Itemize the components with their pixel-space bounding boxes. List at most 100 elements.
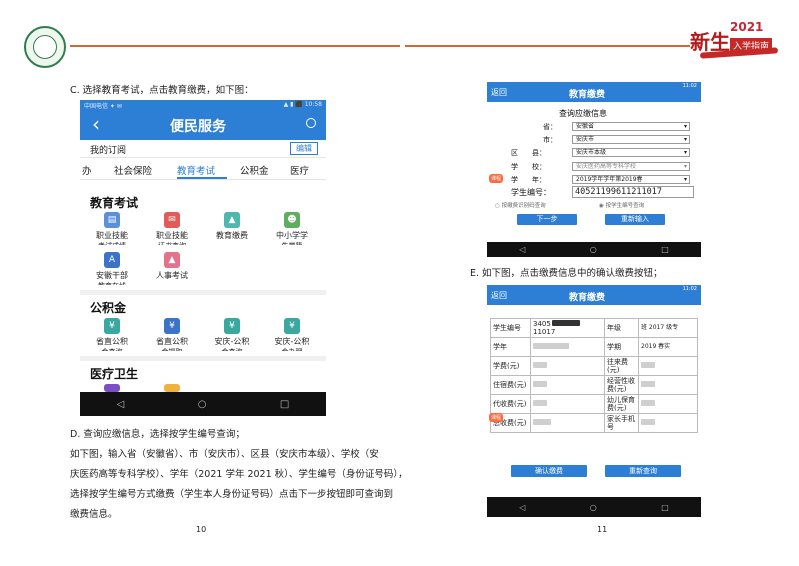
requery-button[interactable]: 重新查询 (605, 465, 681, 477)
nav-recent-icon[interactable]: □ (280, 399, 289, 410)
cell-label: 幼儿保育费(元) (604, 394, 639, 414)
service-label-2: 金查询 (82, 347, 142, 351)
cell-value (530, 413, 605, 433)
field-label-year: 学 年： (511, 176, 546, 184)
service-student-status[interactable]: ☻ 中小学学 生学籍 (262, 212, 322, 245)
confirm-payment-button[interactable]: 确认缴费 (511, 465, 587, 477)
reset-input-button[interactable]: 重新输入 (605, 214, 665, 225)
table-row: 代收费(元) 幼儿保育费(元) (490, 394, 698, 414)
service-label: 教育缴费 (216, 231, 248, 240)
phone2-title: 教育缴费 (569, 90, 606, 100)
service-cadre-education[interactable]: A 安徽干部 教育在线 (82, 252, 142, 285)
blurred-value (641, 362, 655, 368)
para-line-2: 庆医药高等专科学校）、学年（2021 学年 2021 秋）、学生编号（身份证号码… (70, 469, 408, 480)
nav-back-icon[interactable]: ◁ (519, 503, 525, 512)
step-e-text: E. 如下图，点击缴费信息中的确认缴费按钮； (470, 268, 663, 279)
radio-by-code[interactable]: ○ 按缴费识别码查询 (495, 201, 546, 209)
blurred-value (533, 400, 547, 406)
service-label-2: 考试成绩 (82, 241, 142, 245)
radio-by-student-id[interactable]: ◉ 按学生编号查询 (599, 201, 644, 209)
cell-value (638, 394, 698, 414)
course-float-badge[interactable]: 课程 (489, 174, 504, 183)
brand-badge: 新生 2021 入学指南 (690, 20, 782, 60)
phone3-title: 教育缴费 (569, 293, 606, 303)
phone1-navbar: ◁ ○ □ (80, 392, 326, 416)
service-anqing-fund-query[interactable]: ¥ 安庆-公积 金查询 (202, 318, 262, 351)
nav-home-icon[interactable]: ○ (198, 399, 207, 410)
student-id-input[interactable]: 40521199611211017 (572, 186, 694, 198)
edit-button[interactable]: 编辑 (290, 142, 318, 155)
tab-education-exam[interactable]: 教育考试 (177, 163, 215, 177)
city-select[interactable]: 安庆市 (572, 135, 690, 144)
cell-label: 代收费(元) (490, 394, 531, 414)
medical-icon-2 (164, 384, 180, 392)
phone3-titlebar: 返回 教育缴费 11:02 (487, 285, 701, 305)
blurred-value (641, 400, 655, 406)
skill-cert-icon: ✉ (164, 212, 180, 228)
section-divider-2 (80, 356, 326, 361)
phone2-back[interactable]: 返回 (491, 87, 507, 98)
nav-home-icon[interactable]: ○ (590, 503, 597, 512)
tab-housing-fund[interactable]: 公积金 (240, 163, 269, 177)
year-select[interactable]: 2019学年学年第2019春 (572, 175, 690, 184)
service-skill-cert[interactable]: ✉ 职业技能 证书查询 (142, 212, 202, 245)
para-line-3: 选择按学生编号方式缴费（学生本人身份证号码）点击下一步按钮即可查询到 (70, 489, 394, 500)
service-fund-query[interactable]: ¥ 省直公积 金查询 (82, 318, 142, 351)
blurred-value (533, 362, 547, 368)
phone1-title: 便民服务 (170, 119, 226, 135)
nav-recent-icon[interactable]: □ (661, 245, 669, 254)
subscribe-label: 我的订阅 (90, 146, 127, 156)
next-step-button[interactable]: 下一步 (517, 214, 577, 225)
service-fund-withdraw[interactable]: ¥ 省直公积 金提取 (142, 318, 202, 351)
header-rule-left (70, 45, 400, 47)
nav-home-icon[interactable]: ○ (590, 245, 597, 254)
service-label: 安徽干部 (96, 271, 128, 280)
back-chevron-icon[interactable]: ‹ (92, 112, 100, 136)
para-line-1: 如下图，输入省（安徽省）、市（安庆市）、区县（安庆市本级）、学校（安 (70, 449, 379, 460)
service-label: 省直公积 (156, 337, 188, 346)
phone2-screen: 返回 教育缴费 11:02 查询应缴信息 省： 安徽省 市： 安庆市 区 县： … (487, 82, 701, 242)
brand-year: 2021 (730, 20, 764, 34)
cell-value (638, 356, 698, 376)
phone1-status-right: ▲ ▮ ⬛ 10:58 (283, 101, 322, 108)
service-label-2: 金办理 (262, 347, 322, 351)
anqing-fund-handle-icon: ¥ (284, 318, 300, 334)
service-skill-score[interactable]: ▤ 职业技能 考试成绩 (82, 212, 142, 245)
service-education-payment[interactable]: ▲ 教育缴费 (202, 212, 262, 241)
phone-screenshot-2: 返回 教育缴费 11:02 查询应缴信息 省： 安徽省 市： 安庆市 区 县： … (487, 82, 701, 257)
service-label: 安庆-公积 (214, 337, 250, 346)
tab-prev[interactable]: 办 (82, 163, 92, 177)
cell-label: 家长手机号 (604, 413, 639, 433)
course-float-badge[interactable]: 课程 (489, 413, 504, 422)
nav-back-icon[interactable]: ◁ (117, 399, 125, 410)
service-label: 职业技能 (156, 231, 188, 240)
service-label: 中小学学 (276, 231, 308, 240)
county-select[interactable]: 安庆市本级 (572, 148, 690, 157)
table-row: 学费(元) 往来费(元) (490, 356, 698, 376)
nav-recent-icon[interactable]: □ (661, 503, 669, 512)
form-title: 查询应缴信息 (559, 109, 607, 118)
fund-withdraw-icon: ¥ (164, 318, 180, 334)
school-select[interactable]: 安庆医药高等专科学校 (572, 162, 690, 171)
fund-query-icon: ¥ (104, 318, 120, 334)
nav-back-icon[interactable]: ◁ (519, 245, 525, 254)
blurred-value (533, 419, 551, 425)
cell-value: 2019 春实 (638, 337, 698, 357)
phone3-back[interactable]: 返回 (491, 290, 507, 301)
subscribe-row: 我的订阅 编辑 (80, 140, 326, 158)
phone2-navbar: ◁ ○ □ (487, 242, 701, 257)
tab-social-insurance[interactable]: 社会保险 (114, 163, 152, 177)
header-rule-right (405, 45, 690, 47)
service-label-2: 金提取 (142, 347, 202, 351)
table-row: 学年 学期 2019 春实 (490, 337, 698, 357)
table-row: 学生编号 340511017 年级 班 2017 级专 (490, 318, 698, 338)
service-label-2: 教育在线 (82, 281, 142, 285)
service-personnel-exam[interactable]: ▲ 人事考试 (142, 252, 202, 281)
cell-label: 学生编号 (490, 318, 531, 338)
service-anqing-fund-handle[interactable]: ¥ 安庆-公积 金办理 (262, 318, 322, 351)
cell-label: 学年 (490, 337, 531, 357)
province-select[interactable]: 安徽省 (572, 122, 690, 131)
search-icon[interactable] (306, 118, 316, 128)
section-divider (80, 290, 326, 295)
tab-medical[interactable]: 医疗 (290, 163, 309, 177)
